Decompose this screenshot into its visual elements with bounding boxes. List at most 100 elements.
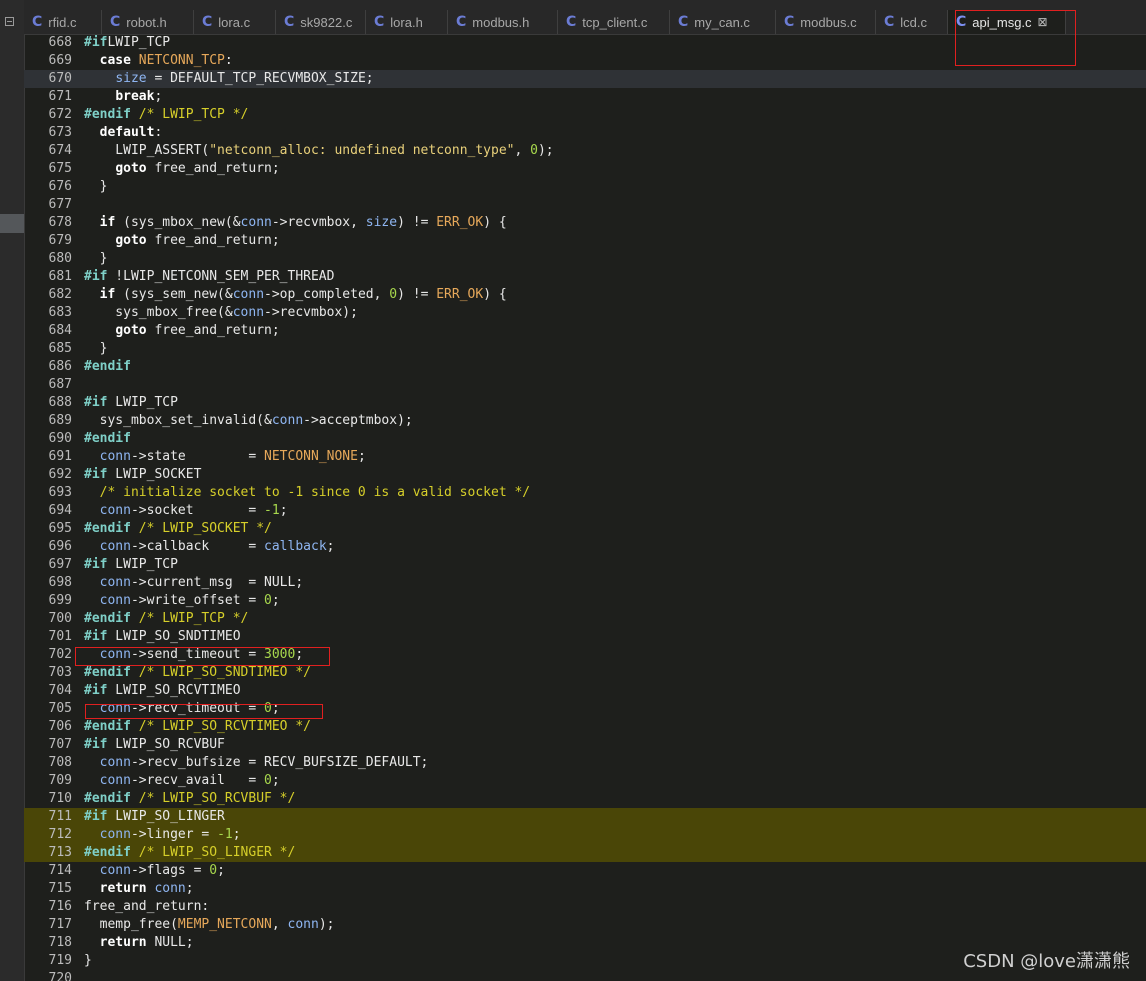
tab-label: lcd.c bbox=[900, 14, 928, 30]
code-token: ->recv_bufsize = RECV_BUFSIZE_DEFAULT; bbox=[130, 755, 429, 770]
code-line[interactable]: 679 goto free_and_return; bbox=[24, 232, 1146, 250]
code-line[interactable]: 684 goto free_and_return; bbox=[24, 322, 1146, 340]
code-line[interactable]: 691 conn->state = NETCONN_NONE; bbox=[24, 448, 1146, 466]
tab-robot-h[interactable]: Crobot.h bbox=[102, 10, 194, 34]
code-line[interactable]: 708 conn->recv_bufsize = RECV_BUFSIZE_DE… bbox=[24, 754, 1146, 772]
code-editor[interactable]: 668 #ifLWIP_TCP 669 case NETCONN_TCP: 670 s… bbox=[24, 34, 1146, 981]
scroll-marker[interactable] bbox=[0, 214, 24, 233]
line-number: 680 bbox=[48, 251, 72, 266]
code-line[interactable]: 680 } bbox=[24, 250, 1146, 268]
code-line[interactable]: 689 sys_mbox_set_invalid(&conn->acceptmb… bbox=[24, 412, 1146, 430]
line-number: 685 bbox=[48, 341, 72, 356]
code-token: callback bbox=[264, 539, 327, 554]
code-text: #if LWIP_SO_LINGER bbox=[84, 808, 225, 826]
code-line[interactable]: 671 break; bbox=[24, 88, 1146, 106]
code-text: free_and_return: bbox=[84, 898, 209, 916]
code-token: #if bbox=[84, 467, 108, 482]
tab-rfid-c[interactable]: Crfid.c bbox=[24, 10, 102, 34]
tab-my-can-c[interactable]: Cmy_can.c bbox=[670, 10, 776, 34]
code-line[interactable]: 711 #if LWIP_SO_LINGER bbox=[24, 808, 1146, 826]
code-token: ) { bbox=[483, 287, 507, 302]
code-line[interactable]: 683 sys_mbox_free(&conn->recvmbox); bbox=[24, 304, 1146, 322]
code-token: #endif bbox=[84, 521, 131, 536]
code-line[interactable]: 686 #endif bbox=[24, 358, 1146, 376]
tab-tcp-client-c[interactable]: Ctcp_client.c bbox=[558, 10, 670, 34]
tab-sk9822-c[interactable]: Csk9822.c bbox=[276, 10, 366, 34]
code-text: return NULL; bbox=[84, 934, 194, 952]
code-line[interactable]: 682 if (sys_sem_new(&conn->op_completed,… bbox=[24, 286, 1146, 304]
code-line[interactable]: 704 #if LWIP_SO_RCVTIMEO bbox=[24, 682, 1146, 700]
code-line[interactable]: 709 conn->recv_avail = 0; bbox=[24, 772, 1146, 790]
code-line[interactable]: 688 #if LWIP_TCP bbox=[24, 394, 1146, 412]
code-line[interactable]: 699 conn->write_offset = 0; bbox=[24, 592, 1146, 610]
code-line[interactable]: 697 #if LWIP_TCP bbox=[24, 556, 1146, 574]
code-line[interactable]: 685 } bbox=[24, 340, 1146, 358]
code-line[interactable]: 693 /* initialize socket to -1 since 0 i… bbox=[24, 484, 1146, 502]
code-line[interactable]: 672 #endif /* LWIP_TCP */ bbox=[24, 106, 1146, 124]
code-line[interactable]: 674 LWIP_ASSERT("netconn_alloc: undefine… bbox=[24, 142, 1146, 160]
code-line[interactable]: 715 return conn; bbox=[24, 880, 1146, 898]
code-token: /* LWIP_SOCKET */ bbox=[130, 521, 272, 536]
code-line[interactable]: 701 #if LWIP_SO_SNDTIMEO bbox=[24, 628, 1146, 646]
code-line[interactable]: 675 goto free_and_return; bbox=[24, 160, 1146, 178]
line-number: 689 bbox=[48, 413, 72, 428]
code-line[interactable]: 714 conn->flags = 0; bbox=[24, 862, 1146, 880]
line-number: 676 bbox=[48, 179, 72, 194]
line-number: 705 bbox=[48, 701, 72, 716]
code-token: NETCONN_NONE bbox=[264, 449, 358, 464]
code-line[interactable]: 670 size = DEFAULT_TCP_RECVMBOX_SIZE; bbox=[24, 70, 1146, 88]
code-line[interactable]: 698 conn->current_msg = NULL; bbox=[24, 574, 1146, 592]
code-line[interactable]: 696 conn->callback = callback; bbox=[24, 538, 1146, 556]
tab-lcd-c[interactable]: Clcd.c bbox=[876, 10, 948, 34]
code-token: conn bbox=[99, 863, 131, 878]
line-number: 688 bbox=[48, 395, 72, 410]
code-token: ->write_offset = bbox=[130, 593, 265, 608]
code-line[interactable]: 694 conn->socket = -1; bbox=[24, 502, 1146, 520]
code-line[interactable]: 706 #endif /* LWIP_SO_RCVTIMEO */ bbox=[24, 718, 1146, 736]
code-line[interactable]: 676 } bbox=[24, 178, 1146, 196]
code-line[interactable]: 678 if (sys_mbox_new(&conn->recvmbox, si… bbox=[24, 214, 1146, 232]
code-token: ERR_OK bbox=[436, 287, 484, 302]
tab-modbus-c[interactable]: Cmodbus.c bbox=[776, 10, 876, 34]
code-text: conn->flags = 0; bbox=[84, 862, 225, 880]
code-line[interactable]: 713 #endif /* LWIP_SO_LINGER */ bbox=[24, 844, 1146, 862]
code-line[interactable]: 717 memp_free(MEMP_NETCONN, conn); bbox=[24, 916, 1146, 934]
code-line[interactable]: 710 #endif /* LWIP_SO_RCVBUF */ bbox=[24, 790, 1146, 808]
code-line[interactable]: 700 #endif /* LWIP_TCP */ bbox=[24, 610, 1146, 628]
tab-lora-h[interactable]: Clora.h bbox=[366, 10, 448, 34]
code-token: size bbox=[115, 71, 147, 86]
code-token: conn bbox=[99, 827, 131, 842]
code-text: LWIP_ASSERT("netconn_alloc: undefined ne… bbox=[84, 142, 553, 160]
code-text: } bbox=[84, 178, 108, 196]
code-token: sys_mbox_set_invalid(& bbox=[84, 413, 272, 428]
tab-modbus-h[interactable]: Cmodbus.h bbox=[448, 10, 558, 34]
code-token: #if bbox=[84, 269, 108, 284]
collapse-icon[interactable] bbox=[5, 17, 14, 26]
code-token: ; bbox=[217, 863, 225, 878]
code-line[interactable]: 681 #if !LWIP_NETCONN_SEM_PER_THREAD bbox=[24, 268, 1146, 286]
code-line[interactable]: 677 bbox=[24, 196, 1146, 214]
tab-lora-c[interactable]: Clora.c bbox=[194, 10, 276, 34]
code-token: conn bbox=[99, 593, 131, 608]
code-line[interactable]: 673 default: bbox=[24, 124, 1146, 142]
code-line[interactable]: 712 conn->linger = -1; bbox=[24, 826, 1146, 844]
code-token: , bbox=[514, 143, 531, 158]
code-token: ; bbox=[232, 827, 241, 842]
code-line[interactable]: 707 #if LWIP_SO_RCVBUF bbox=[24, 736, 1146, 754]
code-line[interactable]: 695 #endif /* LWIP_SOCKET */ bbox=[24, 520, 1146, 538]
code-token: LWIP_SOCKET bbox=[107, 467, 202, 482]
code-line[interactable]: 687 bbox=[24, 376, 1146, 394]
code-text: return conn; bbox=[84, 880, 194, 898]
line-number: 704 bbox=[48, 683, 72, 698]
code-line[interactable]: 692 #if LWIP_SOCKET bbox=[24, 466, 1146, 484]
code-line[interactable]: 703 #endif /* LWIP_SO_SNDTIMEO */ bbox=[24, 664, 1146, 682]
code-text: memp_free(MEMP_NETCONN, conn); bbox=[84, 916, 335, 934]
code-token: (sys_mbox_new(& bbox=[115, 215, 241, 230]
tab-label: sk9822.c bbox=[300, 14, 353, 30]
code-line[interactable]: 690 #endif bbox=[24, 430, 1146, 448]
code-token: ->linger = bbox=[130, 827, 218, 842]
line-number: 700 bbox=[48, 611, 72, 626]
code-line[interactable]: 716 free_and_return: bbox=[24, 898, 1146, 916]
